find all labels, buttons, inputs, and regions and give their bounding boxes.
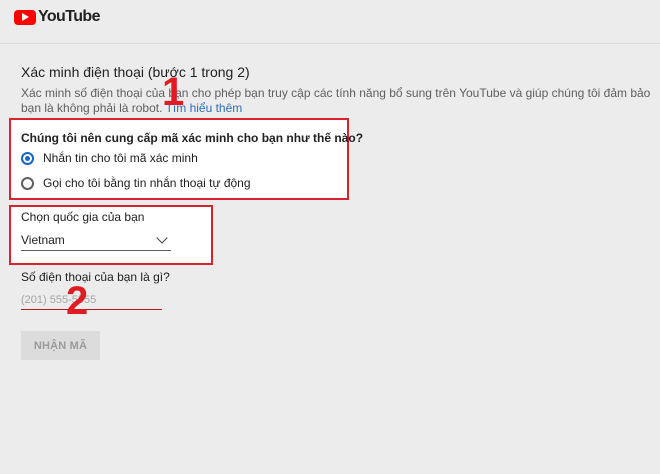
phone-input[interactable] (21, 290, 162, 310)
page-title: Xác minh điện thoại (bước 1 trong 2) (21, 64, 250, 80)
radio-option-text[interactable]: Nhắn tin cho tôi mã xác minh (21, 151, 198, 165)
get-code-button[interactable]: NHẬN MÃ (21, 331, 100, 360)
page-description: Xác minh số điện thoại của bạn cho phép … (21, 86, 660, 116)
annotation-number-1: 1 (162, 70, 185, 114)
radio-option-label: Nhắn tin cho tôi mã xác minh (43, 151, 198, 165)
country-label: Chọn quốc gia của bạn (21, 210, 145, 224)
radio-unselected-icon[interactable] (21, 176, 34, 190)
delivery-question: Chúng tôi nên cung cấp mã xác minh cho b… (21, 131, 364, 145)
description-text: Xác minh số điện thoại của bạn cho phép … (21, 86, 651, 115)
annotation-number-2: 2 (66, 279, 89, 323)
youtube-play-icon (14, 9, 36, 25)
youtube-logo[interactable]: YouTube (14, 7, 100, 27)
radio-selected-icon[interactable] (21, 151, 34, 165)
radio-option-call[interactable]: Gọi cho tôi bằng tin nhắn thoại tự động (21, 176, 251, 190)
chevron-down-icon (156, 232, 168, 244)
radio-option-label: Gọi cho tôi bằng tin nhắn thoại tự động (43, 176, 251, 190)
phone-label: Số điện thoại của bạn là gì? (21, 270, 170, 284)
logo-text: YouTube (38, 8, 100, 25)
top-bar: YouTube (0, 0, 660, 44)
country-value: Vietnam (21, 233, 65, 247)
country-select[interactable]: Vietnam (21, 230, 171, 251)
